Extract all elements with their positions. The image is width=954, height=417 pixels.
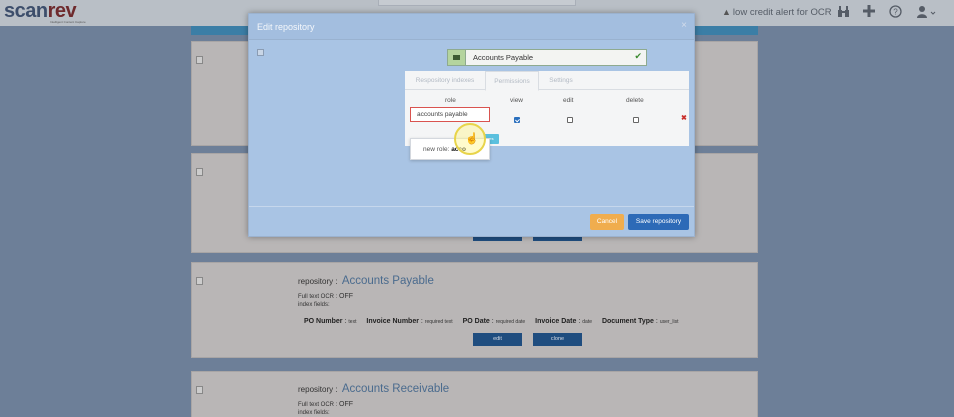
close-icon[interactable]: ×: [681, 20, 687, 31]
repository-preview-image: [257, 49, 264, 56]
role-input[interactable]: accounts payable: [410, 107, 490, 122]
ocr-label: Full text OCR :: [298, 294, 338, 300]
ocr-value: OFF: [339, 293, 354, 300]
tab-settings[interactable]: Settings: [539, 71, 583, 90]
binoculars-icon[interactable]: [837, 5, 850, 21]
repository-label: repository :: [298, 385, 338, 394]
tab-bar: Respository indexes Permissions Settings: [405, 71, 689, 91]
view-checkbox[interactable]: [514, 117, 520, 123]
ocr-status: Full text OCR : OFF: [298, 293, 353, 300]
ocr-value: OFF: [339, 401, 354, 408]
column-header-delete: delete: [626, 97, 644, 104]
index-fields-label: index fields:: [298, 410, 330, 416]
column-header-role: role: [445, 97, 456, 104]
index-fields-list: PO Number : text Invoice Number : required…: [304, 318, 679, 325]
repository-thumbnail: [196, 386, 203, 394]
save-repository-button[interactable]: Save repository: [628, 214, 689, 230]
logo-text-rev: rev: [47, 0, 77, 22]
ocr-status: Full text OCR : OFF: [298, 401, 353, 408]
repository-name-field[interactable]: Accounts Payable ✔: [447, 49, 647, 66]
field-type: required date: [495, 319, 526, 325]
delete-checkbox[interactable]: [633, 117, 639, 123]
repository-card-accounts-receivable: repository : Accounts Receivable Full te…: [191, 371, 758, 417]
logo-text-scan: scan: [4, 0, 48, 22]
index-fields-label: index fields:: [298, 302, 330, 308]
repository-name-value: Accounts Payable: [473, 53, 534, 62]
warning-icon: ▲: [722, 7, 731, 17]
clone-button[interactable]: clone: [533, 333, 582, 346]
field-name: Document Type: [601, 318, 654, 325]
edit-button[interactable]: edit: [473, 333, 522, 346]
modal-header: Edit repository ×: [249, 14, 694, 40]
hand-cursor-icon: ☝: [465, 133, 479, 145]
help-icon[interactable]: ?: [889, 5, 902, 21]
user-icon[interactable]: [916, 5, 936, 21]
field-type: date: [582, 319, 592, 325]
tab-repository-indexes[interactable]: Respository indexes: [405, 71, 485, 90]
repository-thumbnail: [196, 277, 203, 285]
field-name: PO Number: [304, 318, 343, 325]
repository-card-accounts-payable: repository : Accounts Payable Full text …: [191, 262, 758, 358]
field-name: PO Date: [462, 318, 490, 325]
repository-icon: [448, 50, 466, 65]
repository-label: repository :: [298, 277, 338, 286]
repository-thumbnail: [196, 168, 203, 176]
field-name: Invoice Number: [366, 318, 419, 325]
repository-thumbnail: [196, 56, 203, 64]
repository-tab-panel: Respository indexes Permissions Settings…: [405, 71, 689, 146]
column-header-view: view: [510, 97, 524, 104]
ocr-label: Full text OCR :: [298, 402, 338, 408]
logo-tagline: Intelligent Content Capture: [50, 20, 86, 24]
repository-name: Accounts Payable: [341, 275, 434, 287]
field-type: user_list: [659, 319, 679, 325]
svg-text:?: ?: [893, 7, 898, 16]
remove-permission-icon[interactable]: ✖: [681, 114, 687, 122]
ocr-credit-alert[interactable]: ▲ low credit alert for OCR: [722, 7, 832, 18]
column-header-edit: edit: [563, 97, 574, 104]
cancel-button[interactable]: Cancel: [590, 214, 624, 230]
plus-icon[interactable]: [863, 5, 875, 20]
modal-title: Edit repository: [257, 22, 315, 32]
repository-title: repository : Accounts Payable: [298, 275, 434, 287]
field-type: text: [348, 319, 357, 325]
field-name: Invoice Date: [535, 318, 577, 325]
field-type: required text: [424, 319, 453, 325]
scanrev-logo[interactable]: scanrev: [4, 0, 77, 22]
top-search-box[interactable]: [378, 0, 576, 6]
repository-name: Accounts Receivable: [341, 383, 450, 395]
repository-title: repository : Accounts Receivable: [298, 383, 449, 395]
modal-footer-divider: [249, 206, 694, 207]
tab-permissions[interactable]: Permissions: [485, 71, 539, 91]
edit-repository-modal: Edit repository × Accounts Payable ✔ Res…: [248, 13, 695, 237]
edit-checkbox[interactable]: [567, 117, 573, 123]
ocr-alert-text: low credit alert for OCR: [732, 7, 832, 18]
new-role-prefix: new role:: [423, 146, 450, 153]
checkmark-icon: ✔: [634, 51, 642, 61]
